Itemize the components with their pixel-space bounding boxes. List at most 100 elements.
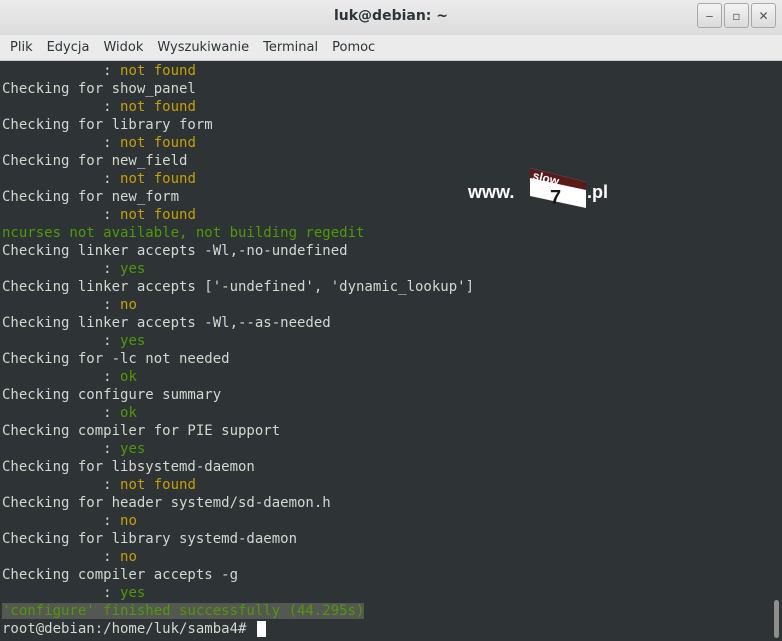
terminal-text: : — [2, 171, 121, 187]
terminal-line: : ok — [2, 368, 137, 386]
watermark-suffix: .pl — [587, 182, 608, 202]
terminal-text: Checking for library form — [2, 117, 213, 133]
terminal-line: : no — [2, 548, 137, 566]
terminal-text: yes — [120, 261, 146, 277]
maximize-icon: ▫ — [732, 8, 741, 23]
terminal-line: Checking linker accepts ['-undefined', '… — [2, 278, 474, 296]
terminal-text: : — [2, 333, 121, 349]
terminal-text: not found — [120, 477, 196, 493]
terminal-line: : not found — [2, 134, 196, 152]
terminal-line: Checking for libsystemd-daemon — [2, 458, 255, 476]
terminal-text: Checking for library systemd-daemon — [2, 531, 298, 547]
terminal-text: : — [2, 63, 121, 79]
window-controls: ‒ ▫ ✕ — [697, 3, 776, 28]
terminal-line: : not found — [2, 170, 196, 188]
terminal-line: Checking for header systemd/sd-daemon.h — [2, 494, 331, 512]
text-cursor — [256, 621, 266, 637]
terminal-text: not found — [120, 63, 196, 79]
terminal-text: 'configure' finished successfully (44.29… — [2, 603, 365, 619]
terminal-text: : — [2, 513, 121, 529]
menu-edycja[interactable]: Edycja — [47, 40, 90, 55]
close-button[interactable]: ✕ — [751, 3, 776, 28]
terminal-line: : ok — [2, 404, 137, 422]
minimize-icon: ‒ — [705, 8, 714, 23]
terminal-text: : — [2, 477, 121, 493]
shell-prompt-line: root@debian:/home/luk/samba4# — [2, 620, 266, 638]
terminal-text: Checking for new_field — [2, 153, 188, 169]
terminal-line: : not found — [2, 476, 196, 494]
terminal-text: Checking for header systemd/sd-daemon.h — [2, 495, 331, 511]
terminal-line: : not found — [2, 206, 196, 224]
terminal-text: : — [2, 297, 121, 313]
watermark-badge-icon: slow 7 — [530, 168, 586, 209]
terminal-text: yes — [120, 585, 146, 601]
close-icon: ✕ — [758, 8, 769, 23]
terminal-line: : yes — [2, 440, 145, 458]
terminal-text: yes — [120, 333, 146, 349]
terminal-text: : — [2, 207, 121, 223]
terminal-text: Checking compiler accepts -g — [2, 567, 239, 583]
terminal-line: 'configure' finished successfully (44.29… — [2, 602, 365, 620]
terminal-text: Checking linker accepts ['-undefined', '… — [2, 279, 475, 295]
terminal-line: : yes — [2, 332, 145, 350]
terminal-line: Checking for library systemd-daemon — [2, 530, 297, 548]
terminal-line: Checking for show_panel — [2, 80, 196, 98]
window-title: luk@debian: ~ — [333, 8, 449, 24]
terminal-line: : not found — [2, 98, 196, 116]
menu-widok[interactable]: Widok — [103, 40, 143, 55]
terminal-text: Checking compiler for PIE support — [2, 423, 281, 439]
scrollbar[interactable] — [770, 62, 782, 641]
terminal-line: : yes — [2, 584, 145, 602]
terminal-line: Checking linker accepts -Wl,-no-undefine… — [2, 242, 348, 260]
terminal-text: : — [2, 585, 121, 601]
terminal-text: not found — [120, 99, 196, 115]
menu-bar: Plik Edycja Widok Wyszukiwanie Terminal … — [0, 35, 782, 61]
minimize-button[interactable]: ‒ — [697, 3, 722, 28]
terminal-line: : no — [2, 296, 137, 314]
terminal-text: Checking for -lc not needed — [2, 351, 230, 367]
terminal-window: luk@debian: ~ ‒ ▫ ✕ Plik Edycja Widok Wy… — [0, 0, 782, 641]
shell-prompt: root@debian:/home/luk/samba4# — [2, 621, 255, 637]
terminal-text: : — [2, 99, 121, 115]
watermark-prefix: www. — [468, 182, 515, 202]
terminal-text: : — [2, 369, 121, 385]
watermark-badge-number: 7 — [550, 187, 561, 209]
terminal-line: Checking for -lc not needed — [2, 350, 230, 368]
terminal-text: yes — [120, 441, 146, 457]
terminal-text: no — [120, 549, 137, 565]
terminal-text: ok — [120, 369, 137, 385]
terminal-text: : — [2, 405, 121, 421]
terminal-text: ncurses not available, not building rege… — [2, 225, 365, 241]
terminal-line: : no — [2, 512, 137, 530]
terminal-text: ok — [120, 405, 137, 421]
terminal-text: no — [120, 513, 137, 529]
terminal-text: not found — [120, 135, 196, 151]
menu-pomoc[interactable]: Pomoc — [332, 40, 375, 55]
terminal-line: Checking linker accepts -Wl,--as-needed — [2, 314, 331, 332]
terminal-line: Checking for new_field — [2, 152, 187, 170]
terminal-text: : — [2, 549, 121, 565]
scrollbar-thumb[interactable] — [774, 600, 779, 638]
menu-wyszukiwanie[interactable]: Wyszukiwanie — [157, 40, 249, 55]
terminal-text: : — [2, 441, 121, 457]
title-bar[interactable]: luk@debian: ~ ‒ ▫ ✕ — [0, 0, 782, 36]
terminal-line: Checking configure summary — [2, 386, 221, 404]
menu-plik[interactable]: Plik — [10, 40, 33, 55]
terminal-text: Checking configure summary — [2, 387, 222, 403]
terminal-line: Checking for library form — [2, 116, 213, 134]
terminal-text: : — [2, 135, 121, 151]
terminal-line: Checking compiler for PIE support — [2, 422, 280, 440]
maximize-button[interactable]: ▫ — [724, 3, 749, 28]
terminal-text: no — [120, 297, 137, 313]
terminal-text: Checking linker accepts -Wl,--as-needed — [2, 315, 331, 331]
terminal-line: Checking compiler accepts -g — [2, 566, 238, 584]
terminal-line: : not found — [2, 62, 196, 80]
terminal-output[interactable]: : not found Checking for show_panel : not… — [0, 62, 770, 641]
terminal-text: Checking for new_form — [2, 189, 180, 205]
terminal-text: not found — [120, 207, 196, 223]
terminal-text: not found — [120, 171, 196, 187]
menu-terminal[interactable]: Terminal — [263, 40, 318, 55]
terminal-line: ncurses not available, not building rege… — [2, 224, 364, 242]
terminal-line: Checking for new_form — [2, 188, 179, 206]
terminal-text: Checking linker accepts -Wl,-no-undefine… — [2, 243, 348, 259]
